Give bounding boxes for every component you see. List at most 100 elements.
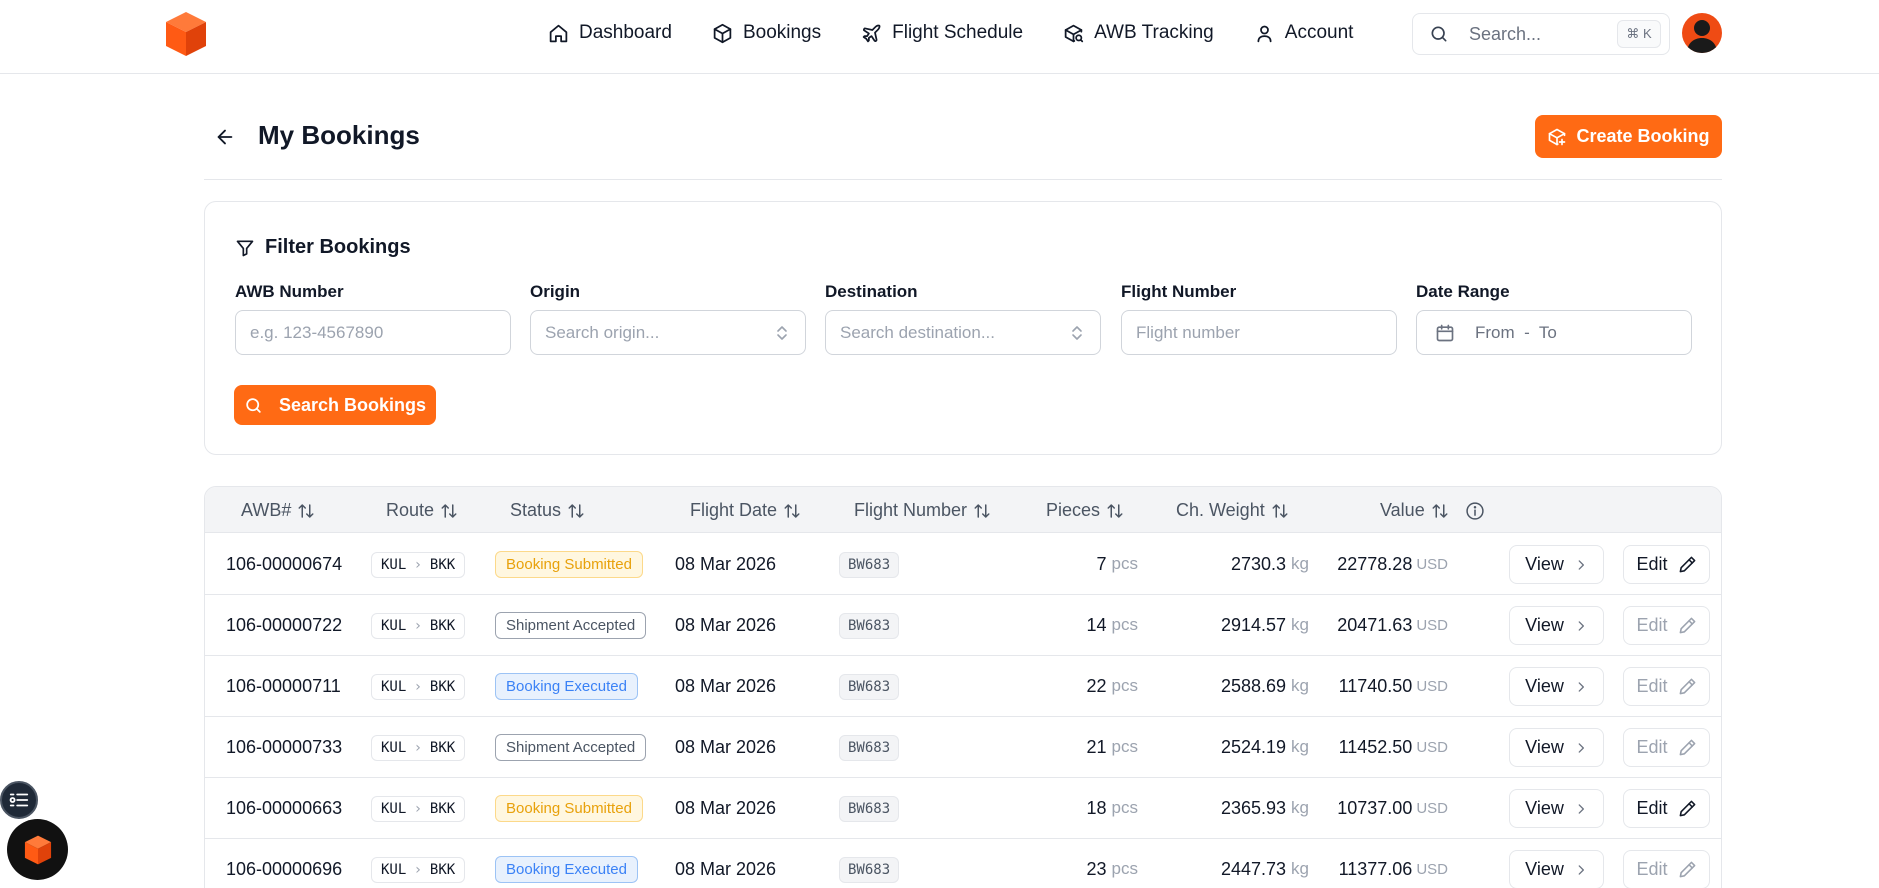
awb-number[interactable]: 106-00000663 <box>226 778 342 838</box>
date-range-picker[interactable]: From - To <box>1416 310 1692 355</box>
column-header-value[interactable]: Value <box>1380 500 1485 521</box>
info-icon[interactable] <box>1465 501 1485 521</box>
app-logo[interactable] <box>160 8 212 60</box>
column-status-label: Status <box>510 500 562 520</box>
pieces-unit: pcs <box>1111 615 1138 634</box>
value-cell: 22778.28 USD <box>1315 534 1448 594</box>
edit-button[interactable]: Edit <box>1623 850 1710 888</box>
edit-button[interactable]: Edit <box>1623 606 1710 645</box>
user-icon <box>1257 25 1272 42</box>
edit-button[interactable]: Edit <box>1623 667 1710 706</box>
view-label: View <box>1525 737 1564 757</box>
back-button[interactable] <box>214 126 236 148</box>
origin-select[interactable]: Search origin... <box>530 310 806 355</box>
view-button[interactable]: View <box>1509 667 1604 706</box>
pieces-value: 14 <box>1086 614 1107 635</box>
edit-label: Edit <box>1636 859 1668 879</box>
global-search-input[interactable]: Search... ⌘ K <box>1412 13 1670 55</box>
table-row[interactable]: 106-00000711 KUL › BKK Booking Executed 08 Ma… <box>205 656 1721 717</box>
table-row[interactable]: 106-00000733 KUL › BKK Shipment Accepted 08 M… <box>205 717 1721 778</box>
pieces-value: 18 <box>1086 797 1107 818</box>
awb-number[interactable]: 106-00000696 <box>226 839 342 888</box>
flight-number-placeholder: Flight number <box>1136 322 1240 342</box>
column-header-ch-weight[interactable]: Ch. Weight <box>1176 500 1289 521</box>
route-destination: BKK <box>429 679 456 695</box>
edit-label: Edit <box>1636 676 1668 696</box>
pieces-unit: pcs <box>1111 676 1138 695</box>
view-label: View <box>1525 798 1564 818</box>
table-row[interactable]: 106-00000722 KUL › BKK Shipment Accepted 08 M… <box>205 595 1721 656</box>
view-button[interactable]: View <box>1509 728 1604 767</box>
weight-cell: 2447.73 kg <box>1155 839 1309 888</box>
status-badge: Booking Submitted <box>495 551 643 578</box>
nav-flight-schedule[interactable]: Flight Schedule <box>861 22 1023 44</box>
route-origin: KUL <box>381 679 407 695</box>
nav-awb-tracking-label: AWB Tracking <box>1094 22 1214 43</box>
value-cell: 11740.50 USD <box>1315 656 1448 716</box>
pieces-unit: pcs <box>1111 737 1138 756</box>
bookings-table: AWB# Route Status Flight Date Flight Num… <box>204 486 1722 888</box>
nav-dashboard[interactable]: Dashboard <box>548 22 672 44</box>
column-header-flight-date[interactable]: Flight Date <box>690 500 801 521</box>
column-header-route[interactable]: Route <box>386 500 458 521</box>
weight-cell: 2588.69 kg <box>1155 656 1309 716</box>
edit-button[interactable]: Edit <box>1623 789 1710 828</box>
header-divider <box>204 179 1722 180</box>
pencil-icon <box>1679 800 1695 817</box>
view-button[interactable]: View <box>1509 850 1604 888</box>
column-value-label: Value <box>1380 500 1425 520</box>
arrow-left-icon <box>217 129 233 145</box>
chevron-right-icon: › <box>415 862 421 878</box>
nav-bookings[interactable]: Bookings <box>712 22 821 44</box>
chevron-right-icon: › <box>415 679 421 695</box>
pieces-value: 7 <box>1096 553 1107 574</box>
table-row[interactable]: 106-00000663 KUL › BKK Booking Submitted 08 M… <box>205 778 1721 839</box>
awb-number[interactable]: 106-00000733 <box>226 717 342 777</box>
pencil-icon <box>1679 617 1695 634</box>
value-currency: USD <box>1416 860 1448 878</box>
pieces-unit: pcs <box>1111 554 1138 573</box>
filter-card: Filter Bookings AWB Number e.g. 123-4567… <box>204 201 1722 455</box>
route-origin: KUL <box>381 557 407 573</box>
view-button[interactable]: View <box>1509 545 1604 584</box>
assistant-launcher-button[interactable] <box>7 819 68 880</box>
value-amount: 11740.50 <box>1338 675 1413 696</box>
nav-awb-tracking[interactable]: AWB Tracking <box>1063 22 1214 44</box>
awb-number[interactable]: 106-00000722 <box>226 595 342 655</box>
create-booking-button[interactable]: Create Booking <box>1535 115 1722 158</box>
column-header-status[interactable]: Status <box>510 500 585 521</box>
flight-number-badge: BW683 <box>839 735 900 761</box>
column-header-flight-number[interactable]: Flight Number <box>854 500 991 521</box>
search-bookings-label: Search Bookings <box>278 394 427 415</box>
route-badge: KUL › BKK <box>371 674 466 700</box>
create-booking-label: Create Booking <box>1576 126 1710 146</box>
view-label: View <box>1525 554 1564 574</box>
pieces-cell: 14 pcs <box>1045 595 1139 655</box>
flight-date: 08 Mar 2026 <box>675 675 777 696</box>
view-button[interactable]: View <box>1509 789 1604 828</box>
edit-button[interactable]: Edit <box>1623 545 1710 584</box>
table-row[interactable]: 106-00000674 KUL › BKK Booking Submitted 08 M… <box>205 534 1721 595</box>
nav-account[interactable]: Account <box>1254 22 1353 44</box>
table-header: AWB# Route Status Flight Date Flight Num… <box>205 487 1721 533</box>
awb-number[interactable]: 106-00000711 <box>226 656 341 716</box>
column-header-pieces[interactable]: Pieces <box>1046 500 1124 521</box>
devtools-toggle-button[interactable] <box>0 781 38 819</box>
awb-number[interactable]: 106-00000674 <box>226 534 342 594</box>
edit-button[interactable]: Edit <box>1623 728 1710 767</box>
chevrons-up-down-icon <box>1072 326 1082 340</box>
user-avatar[interactable] <box>1682 13 1722 53</box>
flight-number-input[interactable]: Flight number <box>1121 310 1397 355</box>
awb-number-input[interactable]: e.g. 123-4567890 <box>235 310 511 355</box>
status-badge: Booking Executed <box>495 673 638 700</box>
pencil-icon <box>1679 861 1695 878</box>
table-row[interactable]: 106-00000696 KUL › BKK Booking Executed 08 Ma… <box>205 839 1721 888</box>
destination-select[interactable]: Search destination... <box>825 310 1101 355</box>
status-badge: Booking Submitted <box>495 795 643 822</box>
view-button[interactable]: View <box>1509 606 1604 645</box>
weight-value: 2524.19 <box>1220 736 1287 757</box>
column-header-awb[interactable]: AWB# <box>241 500 315 521</box>
search-bookings-button[interactable]: Search Bookings <box>234 385 436 425</box>
chevron-right-icon <box>1578 620 1584 631</box>
pieces-cell: 22 pcs <box>1045 656 1139 716</box>
